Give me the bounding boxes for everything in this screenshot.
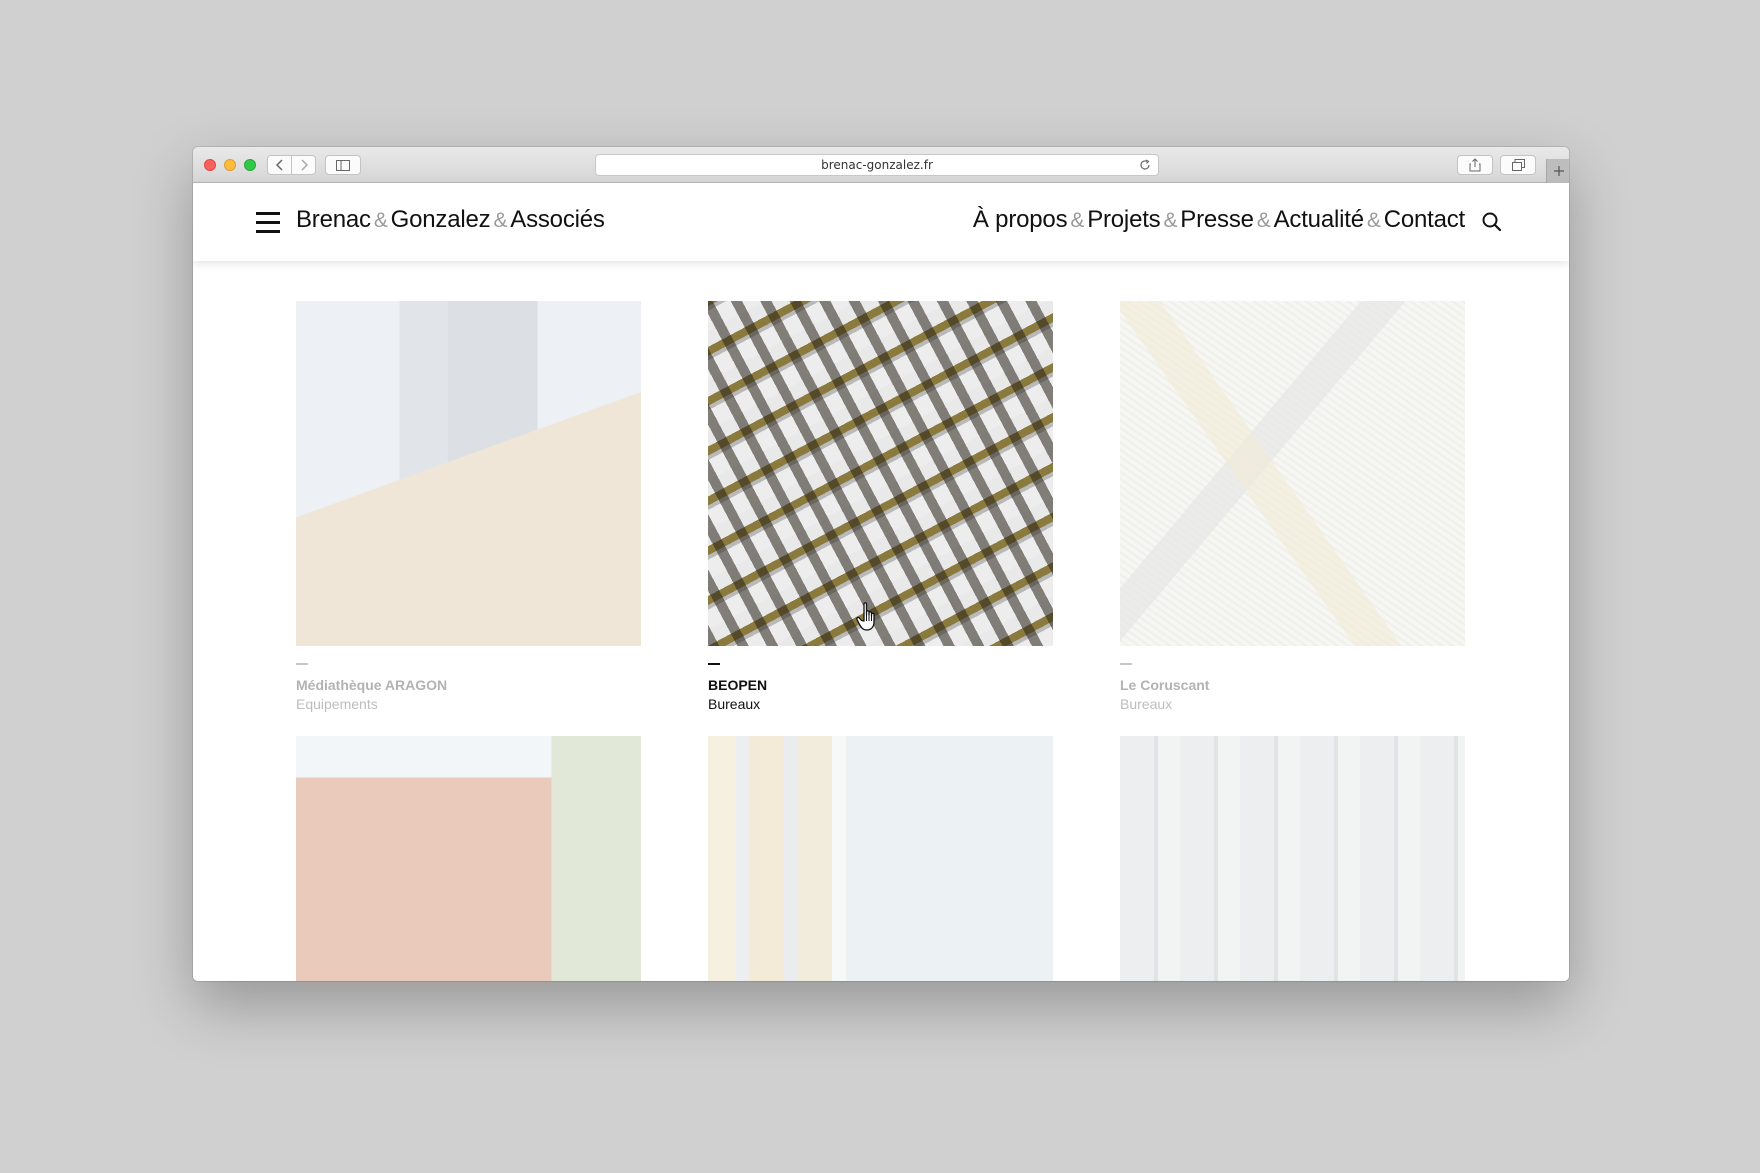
project-name[interactable]: Médiathèque ARAGON xyxy=(296,677,641,693)
nav-separator: & xyxy=(1366,209,1381,232)
reload-icon[interactable] xyxy=(1137,157,1153,173)
browser-window: brenac-gonzalez.fr Brenac & Gonzalez & Assoc… xyxy=(193,147,1569,981)
project-image[interactable] xyxy=(708,736,1053,981)
project-card[interactable]: Médiathèque ARAGON Equipements xyxy=(296,301,641,712)
brand-part-3: Associés xyxy=(510,206,605,233)
url-text: brenac-gonzalez.fr xyxy=(821,158,933,172)
show-tabs-button[interactable] xyxy=(1500,155,1536,175)
sidebar-icon xyxy=(336,159,350,171)
address-bar[interactable]: brenac-gonzalez.fr xyxy=(595,154,1159,176)
card-dash xyxy=(1120,663,1132,665)
site-header: Brenac & Gonzalez & Associés À propos & Projet… xyxy=(193,183,1569,261)
back-button[interactable] xyxy=(267,155,292,175)
project-card[interactable] xyxy=(296,736,641,981)
minimize-window-button[interactable] xyxy=(224,159,236,171)
nav-separator: & xyxy=(1256,209,1271,232)
tabs-icon xyxy=(1511,159,1525,171)
plus-icon xyxy=(1553,166,1564,176)
chevron-right-icon xyxy=(300,159,308,171)
fullscreen-window-button[interactable] xyxy=(244,159,256,171)
projects-grid: Médiathèque ARAGON Equipements BEOPEN Bu… xyxy=(193,261,1569,981)
project-card[interactable]: Le Coruscant Bureaux xyxy=(1120,301,1465,712)
brand-part-2: Gonzalez xyxy=(390,206,491,233)
card-dash xyxy=(296,663,308,665)
sidebar-toggle-button[interactable] xyxy=(325,155,361,175)
nav-item-a-propos[interactable]: À propos xyxy=(973,206,1068,233)
project-category: Bureaux xyxy=(708,696,761,712)
nav-separator: & xyxy=(1070,209,1085,232)
project-category: Equipements xyxy=(296,696,378,712)
browser-toolbar: brenac-gonzalez.fr xyxy=(193,147,1569,183)
project-name[interactable]: Le Coruscant xyxy=(1120,677,1465,693)
nav-item-actualite[interactable]: Actualité xyxy=(1274,206,1364,233)
main-navigation: À propos & Projets & Presse & Actualité & Contac… xyxy=(973,206,1465,234)
site-logo[interactable]: Brenac & Gonzalez & Associés xyxy=(296,206,605,234)
brand-ampersand: & xyxy=(373,209,388,232)
search-icon[interactable] xyxy=(1481,211,1503,233)
chevron-left-icon xyxy=(275,159,283,171)
nav-item-presse[interactable]: Presse xyxy=(1180,206,1254,233)
new-tab-button[interactable] xyxy=(1546,159,1569,183)
project-category: Bureaux xyxy=(1120,696,1173,712)
brand-ampersand: & xyxy=(493,209,508,232)
project-image[interactable] xyxy=(1120,301,1465,646)
nav-separator: & xyxy=(1163,209,1178,232)
close-window-button[interactable] xyxy=(204,159,216,171)
project-name[interactable]: BEOPEN xyxy=(708,677,1053,693)
project-image[interactable] xyxy=(296,736,641,981)
hand-pointer-icon xyxy=(856,602,875,631)
card-dash xyxy=(708,663,720,665)
nav-item-contact[interactable]: Contact xyxy=(1384,206,1466,233)
brand-part-1: Brenac xyxy=(296,206,371,233)
project-card[interactable]: BEOPEN Bureaux xyxy=(708,301,1053,712)
forward-button[interactable] xyxy=(291,155,316,175)
nav-item-projets[interactable]: Projets xyxy=(1087,206,1160,233)
project-card[interactable] xyxy=(1120,736,1465,981)
share-icon xyxy=(1469,158,1481,172)
project-image[interactable] xyxy=(296,301,641,646)
share-button[interactable] xyxy=(1457,155,1493,175)
project-image[interactable] xyxy=(1120,736,1465,981)
hamburger-icon[interactable] xyxy=(256,212,280,234)
project-card[interactable] xyxy=(708,736,1053,981)
project-image[interactable] xyxy=(708,301,1053,646)
